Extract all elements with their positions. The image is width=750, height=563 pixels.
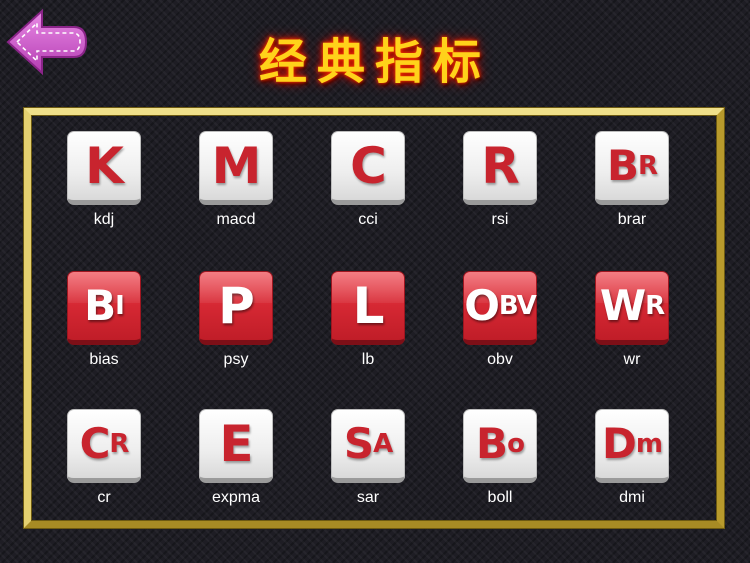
- indicator-label: psy: [223, 351, 249, 368]
- indicator-tile-wr[interactable]: WR: [595, 271, 669, 345]
- indicator-letter: E: [219, 415, 253, 473]
- indicator-label: brar: [617, 211, 647, 228]
- indicator-subletter: I: [115, 291, 125, 321]
- indicator-subletter: BV: [498, 291, 537, 321]
- indicator-tile-obv[interactable]: O BV: [463, 271, 537, 345]
- indicator-letter: S: [343, 419, 374, 468]
- indicator-label: kdj: [93, 211, 115, 228]
- indicator-label: cci: [358, 211, 378, 228]
- indicator-label: wr: [623, 351, 641, 368]
- indicator-letter: L: [352, 277, 385, 335]
- indicator-letter: D: [602, 419, 637, 468]
- indicator-letter: B: [476, 419, 508, 468]
- indicator-tile-rsi[interactable]: R: [463, 131, 537, 205]
- indicator-letter: C: [79, 419, 111, 468]
- indicator-tile-sar[interactable]: SA: [331, 409, 405, 483]
- indicator-tile-brar[interactable]: BR: [595, 131, 669, 205]
- indicator-tile-cr[interactable]: CR: [67, 409, 141, 483]
- indicator-tile-macd[interactable]: M: [199, 131, 273, 205]
- indicator-label: dmi: [619, 489, 645, 506]
- indicator-tile-lb[interactable]: L: [331, 271, 405, 345]
- indicator-label: cr: [97, 489, 111, 506]
- indicator-letter: M: [211, 137, 262, 195]
- indicator-subletter: R: [637, 151, 658, 181]
- indicator-subletter: o: [507, 429, 525, 459]
- indicator-letter: R: [481, 137, 520, 195]
- indicator-label: bias: [89, 351, 119, 368]
- page-title: 经典指标: [258, 34, 491, 90]
- indicator-tile-psy[interactable]: P: [199, 271, 273, 345]
- indicator-tile-kdj[interactable]: K: [67, 131, 141, 205]
- indicator-label: sar: [356, 489, 380, 506]
- indicator-subletter: R: [109, 429, 129, 459]
- indicator-letter: K: [85, 137, 124, 195]
- indicator-subletter: m: [635, 429, 663, 459]
- indicator-tile-dmi[interactable]: Dm: [595, 409, 669, 483]
- indicator-tile-cci[interactable]: C: [331, 131, 405, 205]
- indicator-label: obv: [487, 351, 513, 368]
- indicator-tile-expma[interactable]: E: [199, 409, 273, 483]
- indicator-letter: P: [218, 277, 255, 335]
- indicator-tile-bias[interactable]: BI: [67, 271, 141, 345]
- indicator-label: rsi: [491, 211, 509, 228]
- indicator-letter: B: [606, 141, 639, 190]
- indicator-subletter: A: [373, 429, 393, 459]
- indicator-letter: B: [84, 281, 116, 330]
- indicator-label: expma: [211, 489, 261, 506]
- indicator-letter: O: [464, 281, 500, 330]
- indicator-letter: C: [350, 137, 387, 195]
- indicator-label: lb: [361, 351, 375, 368]
- indicator-subletter: R: [645, 291, 665, 321]
- indicator-tile-boll[interactable]: Bo: [463, 409, 537, 483]
- indicator-label: boll: [487, 489, 513, 506]
- indicator-label: macd: [216, 211, 256, 228]
- indicator-letter: W: [599, 281, 646, 330]
